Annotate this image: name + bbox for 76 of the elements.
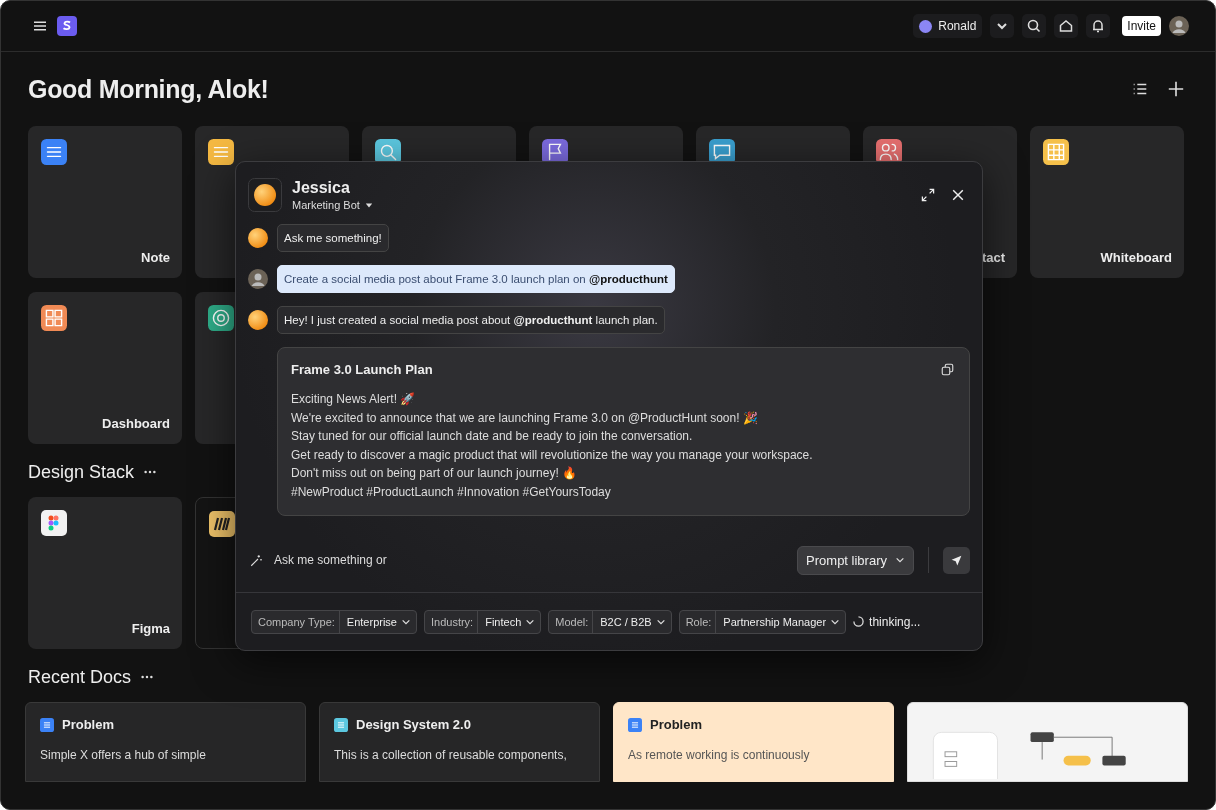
- grid-icon: [1043, 139, 1069, 165]
- doc-excerpt: As remote working is continuously: [628, 748, 811, 762]
- doc-title: Problem: [650, 717, 702, 732]
- doc-excerpt: This is a collection of reusable components,: [334, 748, 568, 762]
- filter-label: Model:: [549, 610, 594, 633]
- user-avatar-icon: [248, 269, 268, 289]
- bot-avatar-icon: [248, 310, 268, 330]
- chat-message: Ask me something!: [277, 224, 389, 252]
- caret-down-icon: [364, 201, 373, 209]
- card-label: Figma: [131, 621, 170, 636]
- send-button[interactable]: [943, 546, 970, 574]
- expand-icon[interactable]: [920, 187, 936, 203]
- status-text: thinking...: [869, 614, 921, 629]
- plus-icon[interactable]: [1167, 80, 1185, 98]
- shortcut-card[interactable]: Dashboard: [28, 292, 182, 444]
- chevron-down-icon[interactable]: [990, 14, 1015, 38]
- search-icon[interactable]: [1022, 14, 1047, 38]
- doc-card[interactable]: Problem Simple X offers a hub of simple: [25, 702, 306, 782]
- doc-card[interactable]: Problem As remote working is continuously: [613, 702, 894, 782]
- post-text: We're excited to announce that we are launching Frame 3.0 on @ProductHunt soon! 🎉: [291, 409, 759, 427]
- filter-dropdown[interactable]: Enterprise: [339, 610, 416, 633]
- doc-icon: [40, 717, 54, 732]
- shortcut-card[interactable]: Whiteboard: [1030, 126, 1184, 278]
- spinner-icon: [853, 616, 865, 627]
- post-text: #NewProduct #ProductLaunch #Innovation #GetYoursToday: [291, 483, 612, 501]
- magic-wand-icon: [249, 552, 264, 568]
- list-icon: [41, 139, 67, 165]
- post-text: Stay tuned for our official launch date and be ready to join the conversation.: [291, 428, 694, 445]
- prompt-library-button[interactable]: Prompt library: [797, 545, 914, 575]
- bot-role-dropdown[interactable]: Marketing Bot: [292, 199, 373, 211]
- doc-icon: [334, 717, 348, 732]
- post-text: Exciting News Alert! 🚀: [291, 391, 417, 408]
- filter-label: Role:: [679, 610, 717, 633]
- bot-name: Jessica: [292, 179, 351, 197]
- post-title: Frame 3.0 Launch Plan: [291, 362, 433, 377]
- card-label: Note: [141, 250, 170, 265]
- home-icon[interactable]: [1054, 14, 1079, 38]
- close-icon[interactable]: [950, 187, 966, 203]
- chat-message: Hey! I just created a social media post about @producthunt launch plan.: [277, 306, 665, 334]
- avatar-icon[interactable]: [1169, 16, 1189, 36]
- grid-icon: [41, 305, 67, 331]
- section-heading: Design Stack: [28, 461, 135, 483]
- doc-title: Problem: [62, 717, 114, 732]
- filter-dropdown[interactable]: Fintech: [478, 610, 541, 633]
- bell-icon[interactable]: [1086, 14, 1111, 38]
- shortcut-card[interactable]: Note: [28, 126, 182, 278]
- chevron-down-icon: [895, 555, 905, 565]
- filter-label: Industry:: [425, 610, 479, 633]
- user-switcher-button[interactable]: Ronald: [913, 14, 983, 38]
- colored-shapes-icon: [41, 510, 67, 536]
- list-icon: [208, 139, 234, 165]
- doc-card[interactable]: Design System 2.0 This is a collection of reusable components,: [319, 702, 600, 782]
- send-icon: [950, 553, 963, 567]
- post-text: Get ready to discover a magic product that will revolutionize the way you manage your workspace.: [291, 446, 814, 464]
- invite-button[interactable]: Invite: [1122, 16, 1161, 36]
- card-label: Dashboard: [102, 416, 170, 431]
- card-label: tact: [981, 250, 1005, 265]
- doc-excerpt: Simple X offers a hub of simple: [40, 748, 207, 762]
- filter-label: Company Type:: [252, 610, 340, 633]
- bot-avatar-icon: [248, 228, 268, 248]
- greeting-heading: Good Morning, Alok!: [28, 74, 269, 104]
- doc-title: Design System 2.0: [356, 717, 471, 732]
- doc-icon: [628, 717, 642, 732]
- stripes-icon: [209, 511, 235, 537]
- chat-message: Create a social media post about Frame 3.0 launch plan on @producthunt: [277, 265, 675, 293]
- doc-card[interactable]: [907, 702, 1188, 782]
- filter-dropdown[interactable]: B2C / B2B: [593, 610, 671, 633]
- section-heading: Recent Docs: [28, 666, 132, 688]
- card-label: Whiteboard: [1100, 250, 1172, 265]
- bot-avatar-icon: [248, 178, 282, 212]
- copy-icon[interactable]: [940, 362, 955, 377]
- filter-dropdown[interactable]: Partnership Manager: [716, 610, 846, 633]
- logo-icon[interactable]: [57, 16, 77, 36]
- chat-input[interactable]: Ask me something or: [272, 552, 790, 568]
- app-card[interactable]: Figma: [28, 497, 182, 649]
- post-text: Don't miss out on being part of our launch journey! 🔥: [291, 465, 579, 482]
